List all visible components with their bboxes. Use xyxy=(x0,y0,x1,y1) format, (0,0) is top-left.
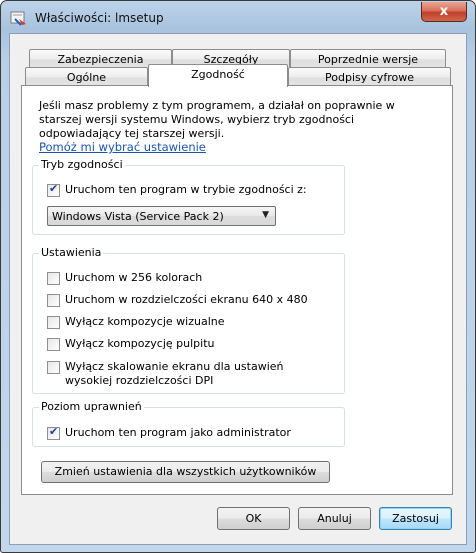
checkbox-label: Uruchom w rozdzielczości ekranu 640 x 48… xyxy=(65,293,308,306)
properties-window: Właściwości: lmsetup x Zabezpieczenia Sz… xyxy=(0,0,476,553)
button-label: Zmień ustawienia dla wszystkich użytkown… xyxy=(54,465,317,478)
tab-label: Zabezpieczenia xyxy=(57,53,144,66)
setting-640x480[interactable]: Uruchom w rozdzielczości ekranu 640 x 48… xyxy=(47,293,308,307)
tab-label: Podpisy cyfrowe xyxy=(325,71,414,84)
checkbox-label: Wyłącz kompozycje wizualne xyxy=(65,315,225,328)
select-value: Windows Vista (Service Pack 2) xyxy=(52,210,224,223)
setting-256-colors[interactable]: Uruchom w 256 kolorach xyxy=(47,271,202,285)
run-as-admin-row[interactable]: Uruchom ten program jako administrator xyxy=(47,425,291,440)
compat-mode-checkbox[interactable] xyxy=(47,182,60,197)
privilege-group: Poziom uprawnień Uruchom ten program jak… xyxy=(32,400,345,447)
run-as-admin-checkbox[interactable] xyxy=(47,425,60,440)
tab-compatibility[interactable]: Zgodność xyxy=(148,64,288,87)
checkbox-label: Wyłącz skalowanie ekranu dla ustawień wy… xyxy=(65,360,284,387)
intro-text: Jeśli masz problemy z tym programem, a d… xyxy=(39,99,395,140)
group-title: Tryb zgodności xyxy=(39,158,125,171)
cancel-button[interactable]: Anuluj xyxy=(298,507,371,530)
tab-label: Zgodność xyxy=(191,68,245,81)
tab-digital-signatures[interactable]: Podpisy cyfrowe xyxy=(288,67,451,87)
settings-group: Ustawienia Uruchom w 256 kolorach Urucho… xyxy=(32,246,345,394)
compatibility-panel: Jeśli masz problemy z tym programem, a d… xyxy=(21,85,453,495)
checkbox[interactable] xyxy=(47,294,60,307)
checkbox-label: Wyłącz kompozycję pulpitu xyxy=(65,337,215,350)
chevron-down-icon: ▼ xyxy=(262,210,269,220)
checkbox-label: Uruchom ten program w trybie zgodności z… xyxy=(65,183,307,196)
os-version-select[interactable]: Windows Vista (Service Pack 2) ▼ xyxy=(47,206,276,226)
checkbox-label: Uruchom w 256 kolorach xyxy=(65,271,203,284)
tab-previous-versions[interactable]: Poprzednie wersje xyxy=(290,49,446,69)
tab-general[interactable]: Ogólne xyxy=(25,67,148,87)
group-title: Ustawienia xyxy=(39,246,104,259)
compat-mode-group: Tryb zgodności Uruchom ten program w try… xyxy=(32,158,345,235)
title-bar[interactable]: Właściwości: lmsetup x xyxy=(1,1,475,35)
checkbox[interactable] xyxy=(47,338,60,351)
checkbox[interactable] xyxy=(47,272,60,285)
checkbox-label: Uruchom ten program jako administrator xyxy=(65,426,291,439)
group-title: Poziom uprawnień xyxy=(39,400,144,413)
close-button[interactable]: x xyxy=(421,2,467,22)
setting-disable-desktop-composition[interactable]: Wyłącz kompozycję pulpitu xyxy=(47,337,215,351)
change-settings-all-users-button[interactable]: Zmień ustawienia dla wszystkich użytkown… xyxy=(41,461,330,483)
ok-button[interactable]: OK xyxy=(217,507,290,530)
setting-disable-visual-themes[interactable]: Wyłącz kompozycje wizualne xyxy=(47,315,225,329)
help-choose-settings-link[interactable]: Pomóż mi wybrać ustawienie xyxy=(39,140,206,154)
button-label: Anuluj xyxy=(317,512,352,525)
setting-disable-dpi-scaling[interactable]: Wyłącz skalowanie ekranu dla ustawień wy… xyxy=(47,360,307,388)
tab-label: Poprzednie wersje xyxy=(317,53,419,66)
apply-button[interactable]: Zastosuj xyxy=(379,507,452,530)
button-label: OK xyxy=(245,512,262,525)
tab-label: Ogólne xyxy=(66,71,107,84)
window-title: Właściwości: lmsetup xyxy=(35,11,164,25)
close-icon: x xyxy=(439,4,449,19)
compat-mode-checkbox-row[interactable]: Uruchom ten program w trybie zgodności z… xyxy=(47,182,307,197)
application-icon xyxy=(10,11,26,26)
checkbox[interactable] xyxy=(47,361,60,374)
button-label: Zastosuj xyxy=(392,512,439,525)
checkbox[interactable] xyxy=(47,316,60,329)
